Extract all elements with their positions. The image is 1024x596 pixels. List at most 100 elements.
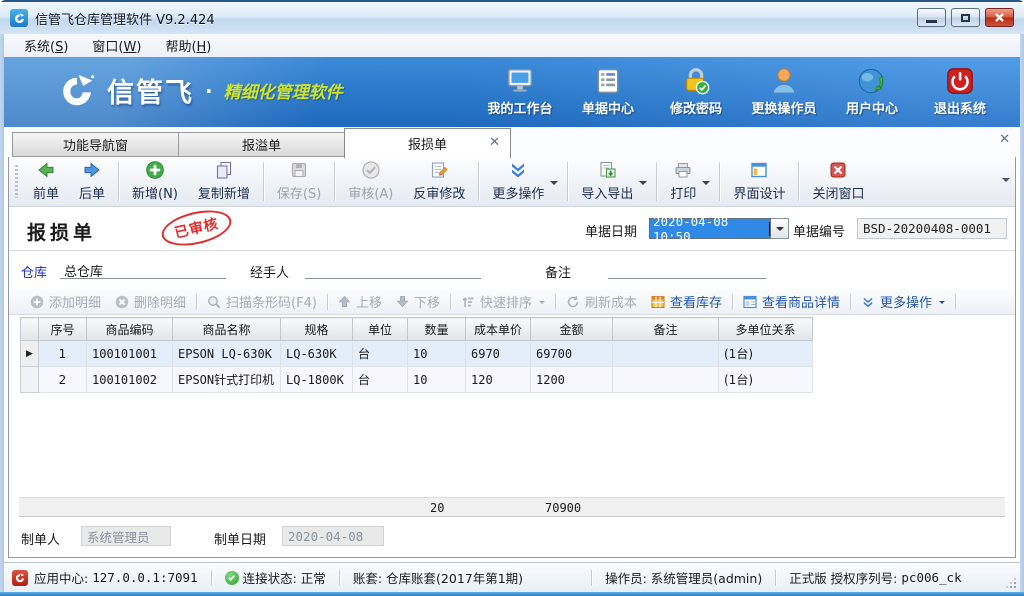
prev-doc-arrow-left-icon [36,160,56,180]
cell-seq[interactable]: 2 [39,367,87,393]
view-stock-button[interactable]: 查看库存 [644,292,729,311]
switch-operator-button[interactable]: 更换操作员 [740,64,828,117]
add-row-button[interactable]: 添加明细 [23,292,108,311]
audited-stamp: 已审核 [158,204,234,251]
remark-field[interactable] [608,259,766,279]
form-title: 报损单 [27,218,96,245]
my-workbench-button[interactable]: 我的工作台 [476,64,564,117]
more-actions-dropdown-icon[interactable] [550,181,558,189]
banner-action-label: 单据中心 [582,98,634,117]
scan-barcode-button[interactable]: 扫描条形码(F4) [200,292,324,311]
tab-overflow-doc[interactable]: 报溢单 [178,132,345,157]
import-export-button[interactable]: 导入导出 [571,157,643,206]
prev-doc-button[interactable]: 前单 [23,157,69,206]
cell-seq[interactable]: 1 [39,341,87,367]
unaudit-edit-button[interactable]: 反审修改 [403,157,475,206]
save-button[interactable]: 保存(S) [267,157,331,206]
doc-number-label: 单据编号 [793,221,845,240]
close-icon [994,12,1005,23]
workbench-monitor-icon [505,64,535,96]
menu-system[interactable]: 系统(S) [12,34,80,57]
tab-strip: 功能导航窗 报溢单 报损单 ✕ ✕ [4,127,1020,157]
menu-help[interactable]: 帮助(H) [153,34,223,57]
delete-row-button[interactable]: 删除明细 [108,292,193,311]
table-row[interactable]: ▶ 1 100101001 EPSON LQ-630K LQ-630K 台 10… [21,341,813,367]
doc-date-dropdown-button[interactable] [771,218,789,239]
print-icon [673,160,693,180]
table-row[interactable]: 2 100101002 EPSON针式打印机 LQ-1800K 台 10 120… [21,367,813,393]
copy-new-button[interactable]: 复制新增 [188,157,260,206]
cell-cost-price[interactable]: 6970 [466,341,531,367]
cell-unit[interactable]: 台 [353,367,408,393]
column-header[interactable]: 序号 [39,318,87,341]
window-title: 信管飞仓库管理软件 V9.2.424 [35,9,215,28]
toolbar-overflow-icon[interactable] [1002,178,1010,186]
column-header[interactable]: 商品编码 [87,318,173,341]
view-product-detail-button[interactable]: 查看商品详情 [736,292,847,311]
cell-unit[interactable]: 台 [353,341,408,367]
cell-cost-price[interactable]: 120 [466,367,531,393]
user-center-globe-icon [857,64,887,96]
cell-product-code[interactable]: 100101001 [87,341,173,367]
exit-system-button[interactable]: 退出系统 [916,64,1004,117]
tab-function-nav[interactable]: 功能导航窗 [12,132,179,157]
row-selector-header [21,318,39,341]
next-doc-button[interactable]: 后单 [69,157,115,206]
banner-actions: 我的工作台 单据中心 修改密码 更换操作员 用户中心 退出系统 [476,64,1004,117]
status-separator [591,570,592,586]
column-header[interactable]: 金额 [531,318,613,341]
column-header[interactable]: 数量 [408,318,466,341]
tab-damage-doc[interactable]: 报损单 ✕ [344,128,511,158]
tab-close-icon[interactable]: ✕ [489,136,500,149]
cell-remark[interactable] [613,367,719,393]
ui-design-button[interactable]: 界面设计 [723,157,795,206]
cell-quantity[interactable]: 10 [408,341,466,367]
minimize-button[interactable] [917,8,946,27]
cell-amount[interactable]: 69700 [531,341,613,367]
cell-product-name[interactable]: EPSON LQ-630K [173,341,281,367]
print-button[interactable]: 打印 [660,157,706,206]
cell-amount[interactable]: 1200 [531,367,613,393]
brand-logo: 信管飞 · 精细化管理软件 [56,71,343,110]
tabstrip-close-icon[interactable]: ✕ [999,133,1010,146]
close-window-button[interactable]: 关闭窗口 [802,157,874,206]
resize-grip[interactable] [1014,586,1016,588]
quick-sort-button[interactable]: 快速排序 [454,292,552,311]
cell-multi-unit[interactable]: (1台) [719,341,813,367]
change-password-button[interactable]: 修改密码 [652,64,740,117]
column-header[interactable]: 规格 [281,318,353,341]
audit-button[interactable]: 审核(A) [338,157,403,206]
refresh-cost-button[interactable]: 刷新成本 [559,292,644,311]
make-date-label: 制单日期 [214,529,266,548]
row-selector-cell[interactable] [21,367,39,393]
print-dropdown-icon[interactable] [702,181,710,189]
restore-button[interactable] [951,8,980,27]
column-header[interactable]: 成本单价 [466,318,531,341]
column-header[interactable]: 商品名称 [173,318,281,341]
row-selector-cell[interactable]: ▶ [21,341,39,367]
detail-more-actions-button[interactable]: 更多操作 [854,292,952,311]
menu-window[interactable]: 窗口(W) [80,34,153,57]
column-header[interactable]: 单位 [353,318,408,341]
cell-product-code[interactable]: 100101002 [87,367,173,393]
move-down-button[interactable]: 下移 [389,292,447,311]
import-export-dropdown-icon[interactable] [639,181,647,189]
cell-spec[interactable]: LQ-630K [281,341,353,367]
more-actions-button[interactable]: 更多操作 [482,157,554,206]
cell-remark[interactable] [613,341,719,367]
cell-quantity[interactable]: 10 [408,367,466,393]
doc-date-input[interactable]: 2020-04-08 10:50 [649,218,771,239]
cell-product-name[interactable]: EPSON针式打印机 [173,367,281,393]
add-new-button[interactable]: 新增(N) [122,157,188,206]
document-center-button[interactable]: 单据中心 [564,64,652,117]
user-center-button[interactable]: 用户中心 [828,64,916,117]
close-button[interactable] [985,8,1014,27]
cell-spec[interactable]: LQ-1800K [281,367,353,393]
move-up-button[interactable]: 上移 [331,292,389,311]
column-header[interactable]: 备注 [613,318,719,341]
toolbar-separator [567,162,568,201]
cell-multi-unit[interactable]: (1台) [719,367,813,393]
handler-field[interactable] [305,259,481,279]
column-header[interactable]: 多单位关系 [719,318,813,341]
warehouse-field[interactable]: 总仓库 [60,259,226,279]
